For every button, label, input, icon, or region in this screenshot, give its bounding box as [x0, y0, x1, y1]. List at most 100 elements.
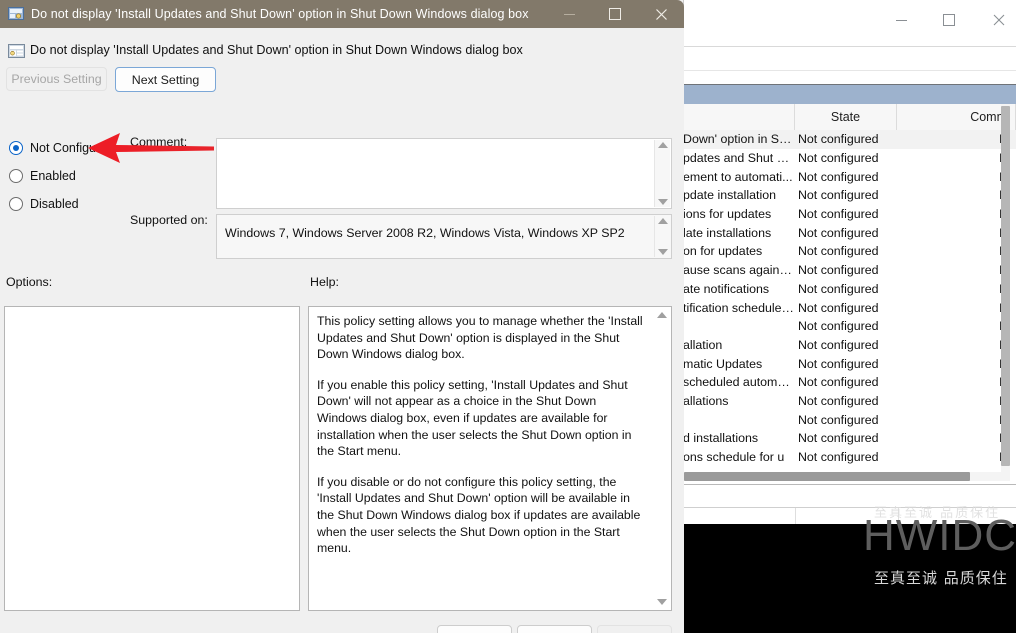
column-header-comment[interactable]: Comm	[897, 104, 1016, 130]
policy-state-cell: Not configured	[797, 393, 879, 408]
background-maximize-button[interactable]	[926, 5, 972, 35]
policy-comment-cell: N	[899, 263, 1016, 277]
column-header-state[interactable]: State	[795, 104, 897, 130]
table-row[interactable]: pdate installation Not configured N	[683, 186, 1016, 205]
policy-state-cell: Not configured	[797, 375, 879, 390]
supported-on-label: Supported on:	[130, 213, 208, 227]
background-toolbar-divider	[683, 46, 1016, 47]
policy-name-cell: late installations	[683, 225, 772, 240]
help-paragraph: If you disable or do not configure this …	[317, 474, 641, 556]
dialog-minimize-button[interactable]	[546, 0, 592, 28]
policy-comment-cell: N	[899, 394, 1016, 408]
policy-state-cell: Not configured	[797, 319, 879, 334]
watermark-logo: HWIDC	[863, 511, 1016, 560]
help-panel: This policy setting allows you to manage…	[308, 306, 672, 611]
policy-name-cell: on for updates	[683, 244, 763, 259]
policy-setting-dialog: Do not display 'Install Updates and Shut…	[0, 0, 684, 633]
policy-state-cell: Not configured	[797, 356, 879, 371]
policy-state-cell: Not configured	[797, 169, 879, 184]
options-panel[interactable]	[4, 306, 300, 611]
table-row[interactable]: pdates and Shut Do...Not configured N	[683, 149, 1016, 168]
apply-button[interactable]: Apply	[597, 625, 672, 633]
scroll-up-icon[interactable]	[657, 142, 668, 148]
table-row[interactable]: ons schedule for u Not configured N	[683, 448, 1016, 467]
table-row[interactable]: ement to automati... Not configured N	[683, 167, 1016, 186]
dialog-titlebar[interactable]: Do not display 'Install Updates and Shut…	[0, 0, 684, 28]
scroll-up-icon[interactable]	[656, 312, 667, 318]
close-icon	[655, 8, 667, 20]
table-row[interactable]: scheduled automat...Not configured N	[683, 373, 1016, 392]
table-row[interactable]: Not configured N	[683, 317, 1016, 336]
policy-comment-cell: N	[899, 431, 1016, 445]
radio-not-configured[interactable]: Not Configured	[9, 139, 114, 157]
policy-name-cell: pdates and Shut Do...	[683, 151, 794, 166]
scroll-down-icon[interactable]	[657, 249, 668, 255]
radio-enabled[interactable]: Enabled	[9, 167, 76, 185]
options-label: Options:	[6, 275, 53, 289]
policy-setting-icon	[8, 43, 25, 60]
supported-on-scrollbar[interactable]	[654, 216, 670, 257]
scroll-up-icon[interactable]	[657, 218, 668, 224]
table-row[interactable]: late installations Not configured N	[683, 223, 1016, 242]
table-row[interactable]: ions for updates Not configured N	[683, 205, 1016, 224]
policy-comment-cell: N	[899, 319, 1016, 333]
policy-state-cell: Not configured	[797, 431, 879, 446]
table-row[interactable]: allation Not configured N	[683, 336, 1016, 355]
background-selection-band	[683, 84, 1016, 104]
table-row[interactable]: Not configured N	[683, 410, 1016, 429]
policy-comment-cell: N	[899, 357, 1016, 371]
policy-comment-cell: N	[899, 282, 1016, 296]
column-header-name[interactable]	[683, 104, 795, 130]
ok-button[interactable]: OK	[437, 625, 512, 633]
policy-state-cell: Not configured	[797, 337, 879, 352]
policy-comment-cell: N	[899, 413, 1016, 427]
table-row[interactable]: ate notifications Not configured N	[683, 280, 1016, 299]
radio-disabled[interactable]: Disabled	[9, 195, 79, 213]
policy-header-title: Do not display 'Install Updates and Shut…	[30, 43, 523, 57]
policy-name-cell: pdate installation	[683, 188, 776, 203]
policy-list[interactable]: Down' option in Sh...Not configuredNpdat…	[683, 130, 1016, 471]
policy-comment-cell: N	[899, 151, 1016, 165]
policy-name-cell: Down' option in Sh...	[683, 132, 794, 147]
policy-name-cell: d installations	[683, 431, 759, 446]
scroll-down-icon[interactable]	[656, 599, 667, 605]
policy-name-cell: ions for updates	[683, 207, 772, 222]
table-row[interactable]: ause scans against ...Not configured N	[683, 261, 1016, 280]
dialog-close-button[interactable]	[638, 0, 684, 28]
policy-name-cell: ement to automati...	[683, 169, 793, 184]
table-row[interactable]: Down' option in Sh...Not configured N	[683, 130, 1016, 149]
radio-label-enabled: Enabled	[30, 169, 76, 183]
table-row[interactable]: tification schedule ...Not configured N	[683, 298, 1016, 317]
table-row[interactable]: d installations Not configured N	[683, 429, 1016, 448]
background-window-titlebar	[683, 0, 1016, 42]
policy-comment-cell: N	[899, 450, 1016, 464]
radio-label-not-configured: Not Configured	[30, 141, 115, 155]
dialog-maximize-button[interactable]	[592, 0, 638, 28]
cancel-button[interactable]: Cancel	[517, 625, 592, 633]
table-row[interactable]: allations Not configured N	[683, 392, 1016, 411]
help-scrollbar[interactable]	[653, 308, 670, 609]
dialog-title: Do not display 'Install Updates and Shut…	[31, 7, 529, 21]
background-minimize-button[interactable]	[878, 5, 924, 35]
scrollbar-thumb[interactable]	[1001, 106, 1010, 466]
policy-list-horizontal-scrollbar[interactable]	[683, 472, 1010, 481]
policy-state-cell: Not configured	[797, 412, 879, 427]
policy-comment-cell: N	[899, 170, 1016, 184]
screen: State Comm Down' option in Sh... Not conf…	[0, 0, 1016, 633]
background-close-button[interactable]	[976, 5, 1016, 35]
next-setting-button[interactable]: Next Setting	[115, 67, 216, 92]
radio-label-disabled: Disabled	[30, 197, 79, 211]
radio-button-indicator	[9, 141, 23, 155]
comment-input[interactable]	[216, 138, 672, 209]
close-icon	[993, 14, 1005, 26]
table-row[interactable]: on for updates Not configured N	[683, 242, 1016, 261]
policy-state-cell: Not configured	[797, 188, 879, 203]
policy-list-vertical-scrollbar[interactable]	[1001, 104, 1010, 472]
policy-name-cell: ause scans against ...	[683, 263, 794, 278]
comment-scrollbar[interactable]	[654, 140, 670, 207]
background-toolbar-divider-2	[683, 70, 1016, 71]
scroll-down-icon[interactable]	[657, 199, 668, 205]
table-row[interactable]: matic Updates Not configured N	[683, 354, 1016, 373]
scrollbar-thumb-horizontal[interactable]	[684, 472, 970, 481]
previous-setting-button[interactable]: Previous Setting	[6, 67, 107, 91]
